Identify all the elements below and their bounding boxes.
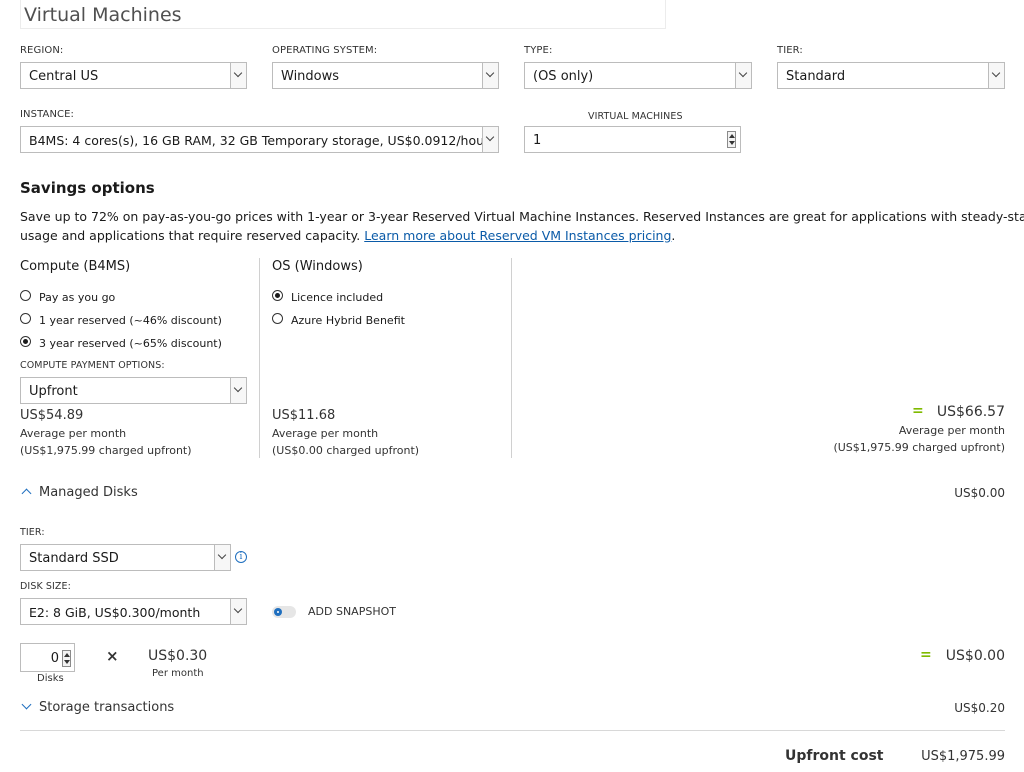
compute-option-payg[interactable]: Pay as you go — [20, 290, 240, 305]
savings-total-price: US$66.57 — [936, 404, 1005, 420]
savings-description-line2: usage and applications that require rese… — [20, 226, 1010, 245]
os-option-label: Licence included — [291, 291, 384, 304]
savings-description-text: usage and applications that require rese… — [20, 228, 361, 243]
disk-unit-price: US$0.30 — [148, 648, 208, 664]
radio-icon — [272, 313, 283, 324]
chevron-down-icon — [482, 63, 498, 88]
os-price-note: Average per month — [272, 427, 379, 440]
multiply-icon: × — [106, 647, 119, 665]
os-column-title: OS (Windows) — [272, 259, 363, 274]
disk-count-input[interactable]: 0 — [20, 643, 75, 672]
os-price: US$11.68 — [272, 408, 336, 423]
vms-value: 1 — [533, 133, 542, 148]
disk-size-value: E2: 8 GiB, US$0.300/month — [29, 605, 201, 620]
info-icon[interactable]: i — [235, 551, 247, 563]
instance-value: B4MS: 4 cores(s), 16 GB RAM, 32 GB Tempo… — [29, 133, 490, 148]
os-value: Windows — [281, 69, 340, 84]
upfront-cost-label: Upfront cost — [785, 748, 884, 764]
compute-price: US$54.89 — [20, 408, 84, 423]
radio-selected-icon — [272, 290, 283, 301]
type-label: TYPE: — [524, 45, 553, 56]
payment-options-select[interactable]: Upfront — [20, 377, 247, 404]
managed-disks-total: US$0.00 — [954, 486, 1005, 500]
disk-tier-label: TIER: — [20, 527, 45, 538]
savings-total-upfront: (US$1,975.99 charged upfront) — [833, 441, 1005, 454]
column-divider — [511, 258, 512, 458]
radio-selected-icon — [20, 336, 31, 347]
savings-title: Savings options — [20, 179, 155, 197]
compute-option-label: 3 year reserved (~65% discount) — [39, 337, 222, 350]
disk-line-total: US$0.00 — [945, 648, 1005, 664]
os-option-hybrid[interactable]: Azure Hybrid Benefit — [272, 313, 492, 328]
snapshot-label: ADD SNAPSHOT — [308, 605, 396, 618]
chevron-down-icon — [230, 63, 246, 88]
region-value: Central US — [29, 69, 99, 84]
payment-options-value: Upfront — [29, 384, 78, 399]
disk-count-label: Disks — [37, 673, 64, 684]
managed-disks-title: Managed Disks — [39, 485, 138, 500]
vms-label: VIRTUAL MACHINES — [588, 111, 683, 122]
radio-icon — [20, 313, 31, 324]
chevron-down-icon — [988, 63, 1004, 88]
type-select[interactable]: (OS only) — [524, 62, 752, 89]
snapshot-toggle[interactable] — [272, 606, 296, 618]
region-label: REGION: — [20, 45, 64, 56]
disk-size-select[interactable]: E2: 8 GiB, US$0.300/month — [20, 598, 247, 625]
disk-count-value: 0 — [50, 651, 59, 666]
type-value: (OS only) — [533, 69, 594, 84]
chevron-down-icon — [230, 378, 246, 403]
chevron-down-icon — [482, 127, 498, 152]
savings-total-note: Average per month — [898, 424, 1005, 437]
reserved-pricing-link[interactable]: Learn more about Reserved VM Instances p… — [364, 228, 671, 243]
disk-unit-note: Per month — [152, 668, 204, 679]
page-title: Virtual Machines — [24, 4, 182, 26]
storage-transactions-title: Storage transactions — [39, 700, 175, 715]
tier-label: TIER: — [777, 45, 803, 56]
compute-option-label: 1 year reserved (~46% discount) — [39, 314, 222, 327]
compute-title: Compute (B4MS) — [20, 259, 131, 274]
disk-size-label: DISK SIZE: — [20, 581, 71, 592]
savings-description: Save up to 72% on pay-as-you-go prices w… — [20, 207, 1024, 245]
divider — [20, 730, 1005, 731]
chevron-up-icon — [21, 488, 32, 499]
compute-option-1yr[interactable]: 1 year reserved (~46% discount) — [20, 313, 240, 328]
radio-icon — [20, 290, 31, 301]
instance-label: INSTANCE: — [20, 109, 75, 120]
storage-transactions-total: US$0.20 — [954, 701, 1005, 715]
compute-option-label: Pay as you go — [39, 291, 116, 304]
disk-tier-value: Standard SSD — [29, 551, 119, 566]
spinner-icon[interactable] — [727, 131, 736, 148]
chevron-down-icon — [21, 699, 32, 710]
tier-select[interactable]: Standard — [777, 62, 1005, 89]
spinner-icon[interactable] — [62, 650, 71, 667]
instance-select[interactable]: B4MS: 4 cores(s), 16 GB RAM, 32 GB Tempo… — [20, 126, 499, 153]
managed-disks-toggle[interactable]: Managed Disks — [20, 482, 170, 502]
savings-description-line1: Save up to 72% on pay-as-you-go prices w… — [20, 209, 1024, 224]
chevron-down-icon — [735, 63, 751, 88]
vms-input[interactable]: 1 — [524, 126, 741, 153]
region-select[interactable]: Central US — [20, 62, 247, 89]
link-suffix: . — [671, 228, 676, 243]
compute-option-3yr[interactable]: 3 year reserved (~65% discount) — [20, 336, 240, 351]
compute-price-upfront: (US$1,975.99 charged upfront) — [20, 444, 192, 457]
tier-value: Standard — [786, 69, 846, 84]
chevron-down-icon — [230, 599, 246, 624]
os-option-licence[interactable]: Licence included — [272, 290, 492, 305]
upfront-cost-value: US$1,975.99 — [921, 749, 1005, 764]
disk-tier-select[interactable]: Standard SSD — [20, 544, 231, 571]
storage-transactions-toggle[interactable]: Storage transactions — [20, 697, 200, 717]
compute-price-note: Average per month — [20, 427, 127, 440]
os-price-upfront: (US$0.00 charged upfront) — [272, 444, 420, 457]
os-label: OPERATING SYSTEM: — [272, 45, 378, 56]
os-option-label: Azure Hybrid Benefit — [291, 314, 405, 327]
column-divider — [259, 258, 260, 458]
payment-options-label: COMPUTE PAYMENT OPTIONS: — [20, 360, 165, 371]
chevron-down-icon — [214, 545, 230, 570]
os-select[interactable]: Windows — [272, 62, 499, 89]
toggle-knob — [274, 608, 282, 616]
